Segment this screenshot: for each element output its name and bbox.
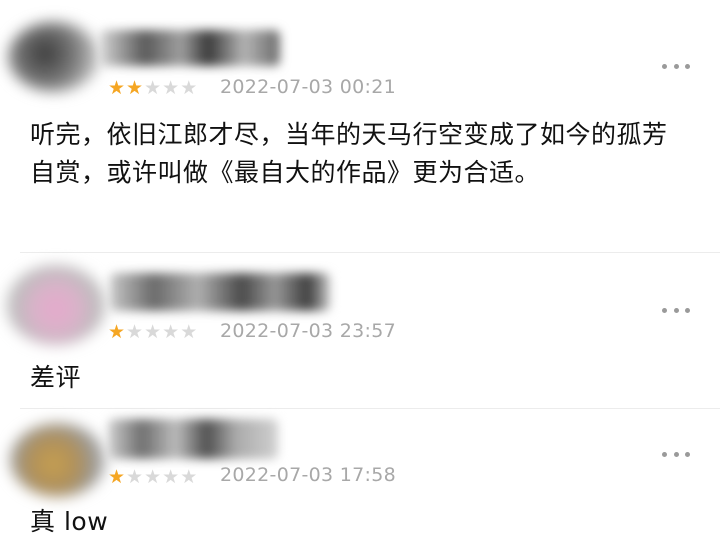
star-icon: ★ [180, 77, 198, 99]
rating-stars: ★ ★ ★ ★ ★ [108, 467, 197, 487]
username-blurred[interactable] [100, 30, 280, 66]
comment-item: ★ ★ ★ ★ ★ 2022-07-03 17:58 真 low [0, 409, 720, 545]
comment-item: ★ ★ ★ ★ ★ 2022-07-03 00:21 听完，依旧江郎才尽，当年的… [0, 0, 720, 252]
ellipsis-icon[interactable] [662, 60, 690, 72]
star-icon: ★ [126, 466, 144, 488]
star-icon: ★ [162, 321, 180, 343]
comment-text: 差评 [30, 363, 82, 392]
star-icon: ★ [144, 321, 162, 343]
comment-date: 2022-07-03 00:21 [220, 76, 397, 98]
star-icon: ★ [108, 466, 126, 488]
avatar[interactable] [10, 423, 106, 497]
star-icon: ★ [180, 321, 198, 343]
comment-text: 听完，依旧江郎才尽，当年的天马行空变成了如今的孤芳自赏，或许叫做《最自大的作品》… [30, 120, 668, 187]
comment-date: 2022-07-03 23:57 [220, 320, 397, 342]
username-blurred[interactable] [110, 273, 330, 311]
comment-date: 2022-07-03 17:58 [220, 464, 397, 486]
star-icon: ★ [108, 77, 126, 99]
star-icon: ★ [162, 77, 180, 99]
star-icon: ★ [126, 77, 144, 99]
comment-item: ★ ★ ★ ★ ★ 2022-07-03 23:57 差评 [0, 253, 720, 408]
ellipsis-icon[interactable] [662, 304, 690, 316]
star-icon: ★ [126, 321, 144, 343]
avatar[interactable] [6, 265, 106, 345]
rating-stars: ★ ★ ★ ★ ★ [108, 322, 197, 342]
star-icon: ★ [144, 466, 162, 488]
star-icon: ★ [180, 466, 198, 488]
username-blurred[interactable] [108, 419, 278, 459]
rating-stars: ★ ★ ★ ★ ★ [108, 78, 197, 98]
avatar[interactable] [8, 22, 100, 92]
comment-text: 真 low [30, 507, 109, 536]
star-icon: ★ [144, 77, 162, 99]
star-icon: ★ [162, 466, 180, 488]
star-icon: ★ [108, 321, 126, 343]
ellipsis-icon[interactable] [662, 448, 690, 460]
